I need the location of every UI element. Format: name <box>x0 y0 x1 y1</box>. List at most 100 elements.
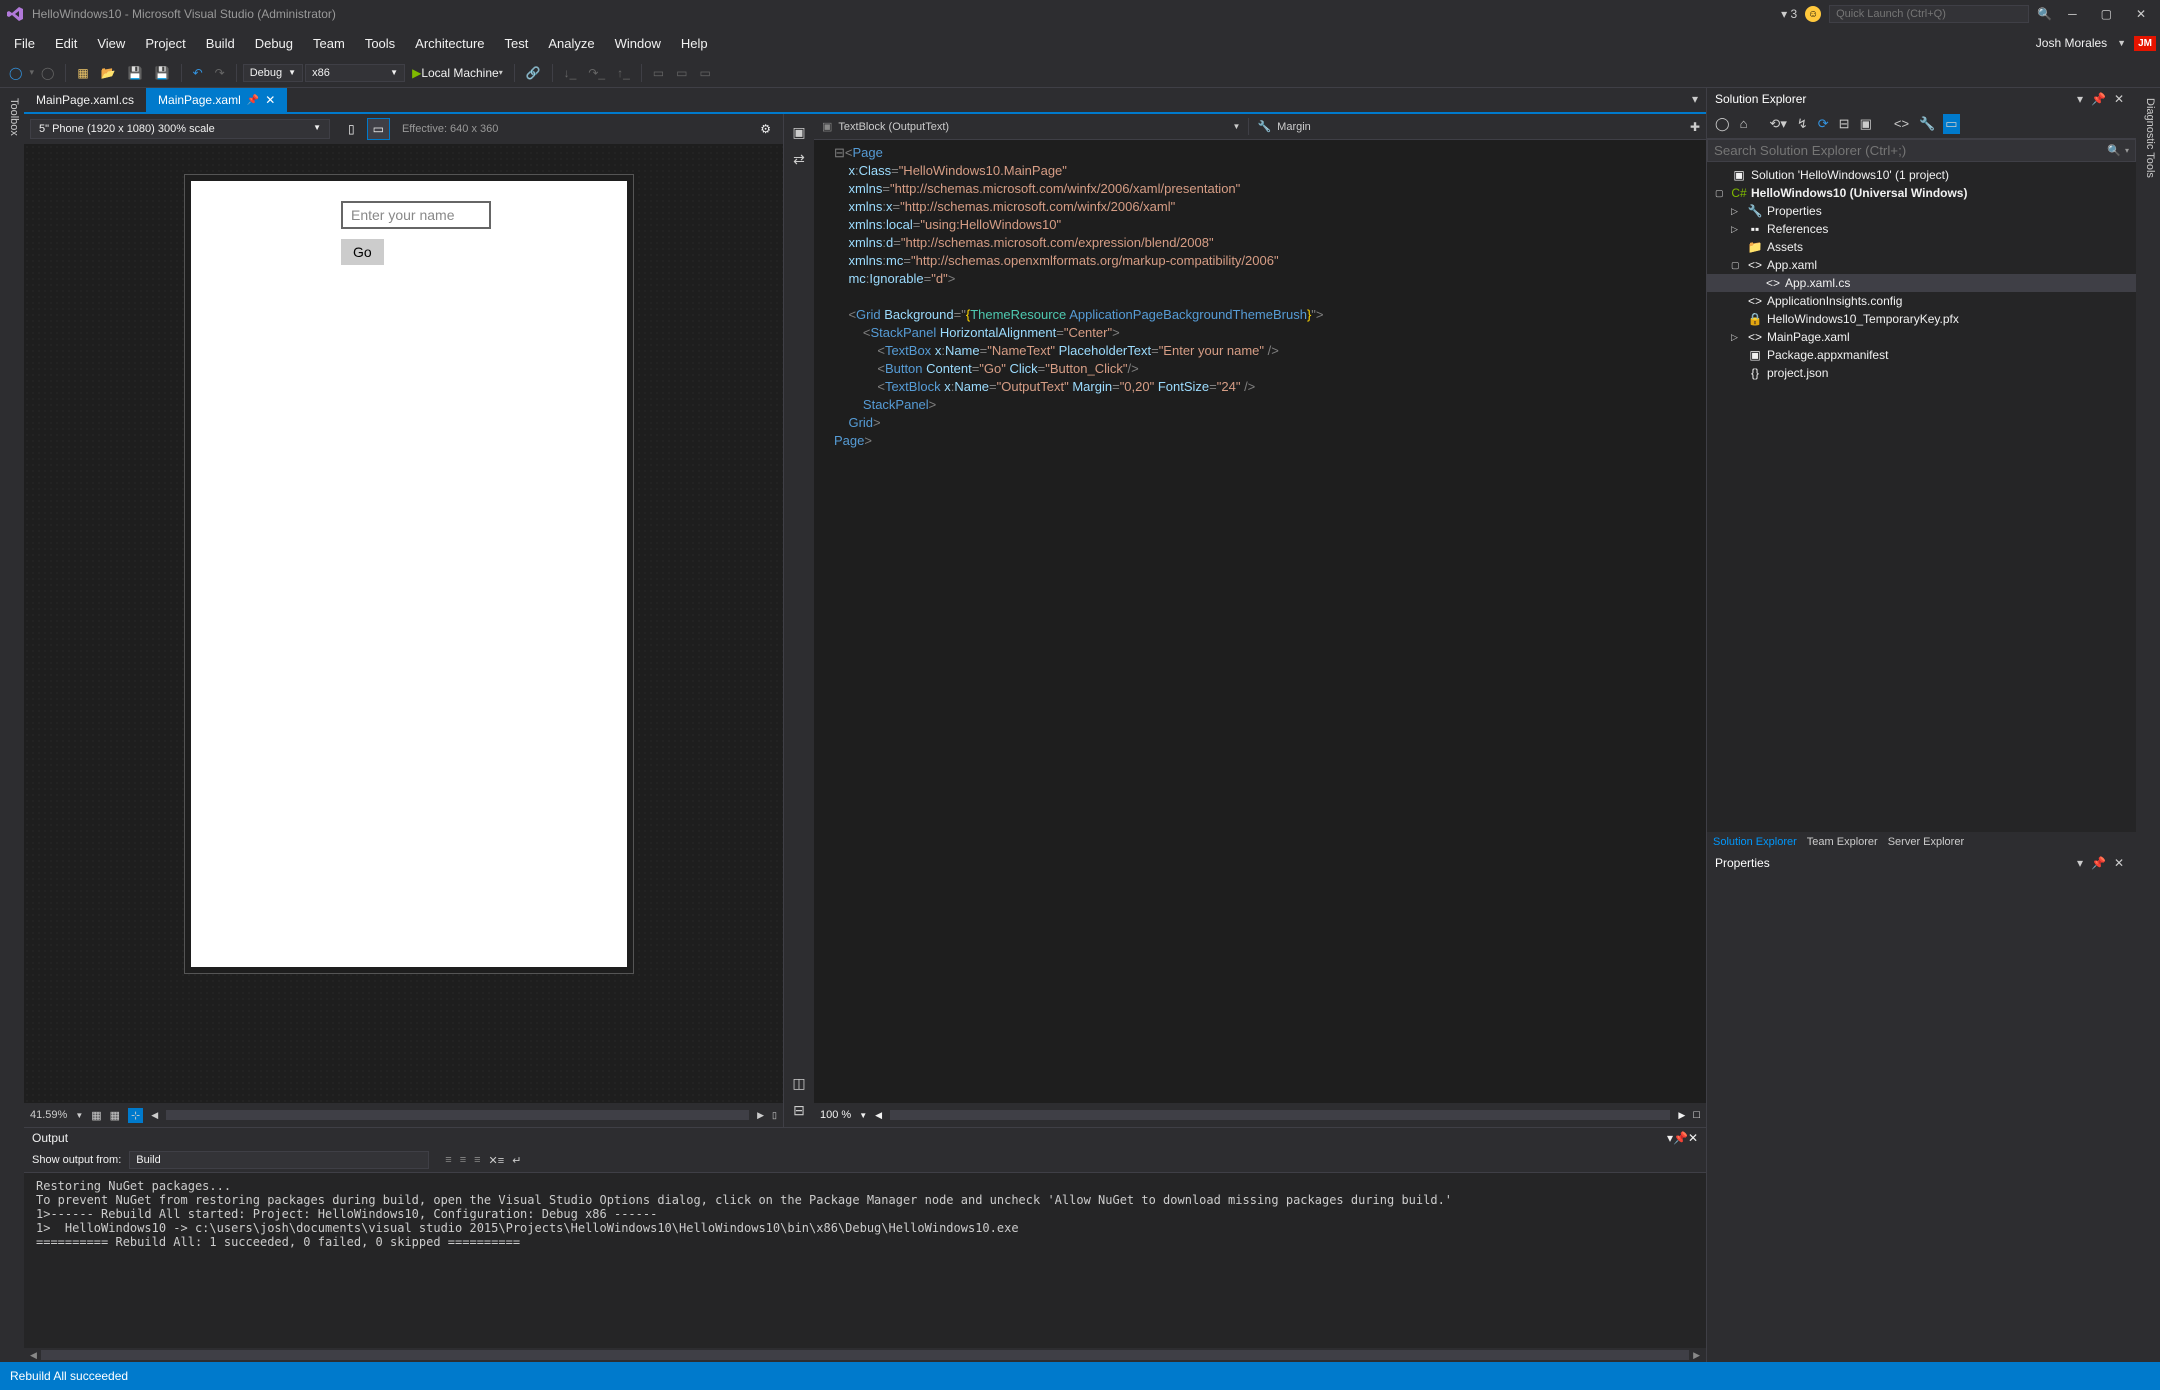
tree-node[interactable]: 🔒HelloWindows10_TemporaryKey.pfx <box>1707 310 2136 328</box>
toolbar-misc2[interactable]: ▭ <box>671 63 692 83</box>
chevron-down-icon[interactable]: ▼ <box>2117 38 2126 48</box>
feedback-icon[interactable]: ☺ <box>1805 6 1821 22</box>
quick-launch-input[interactable] <box>1829 5 2029 23</box>
output-tool3[interactable]: ≡ <box>474 1154 480 1166</box>
device-combo[interactable]: 5" Phone (1920 x 1080) 300% scale▼ <box>30 119 330 139</box>
se-refresh-icon[interactable]: ⟳ <box>1816 114 1831 134</box>
doc-tab[interactable]: MainPage.xaml.cs <box>24 88 146 112</box>
save-all-button[interactable]: 💾 <box>150 63 175 83</box>
props-close-icon[interactable]: ✕ <box>2110 856 2128 870</box>
config-combo[interactable]: Debug▼ <box>243 64 303 82</box>
menu-tools[interactable]: Tools <box>355 32 405 55</box>
se-showall-icon[interactable]: ▣ <box>1858 114 1874 134</box>
user-badge[interactable]: JM <box>2134 36 2156 51</box>
se-pin-icon[interactable]: 📌 <box>2087 92 2110 106</box>
save-button[interactable]: 💾 <box>123 63 148 83</box>
menu-file[interactable]: File <box>4 32 45 55</box>
se-tree[interactable]: ▣Solution 'HelloWindows10' (1 project)▢C… <box>1707 162 2136 832</box>
menu-window[interactable]: Window <box>605 32 671 55</box>
se-collapse-icon[interactable]: ⊟ <box>1837 114 1852 134</box>
se-wrench-icon[interactable]: 🔧 <box>1917 114 1937 134</box>
add-icon[interactable]: ✚ <box>1684 120 1706 134</box>
toolbar-misc3[interactable]: ▭ <box>694 63 715 83</box>
element-combo[interactable]: ▣TextBlock (OutputText)▼ <box>814 118 1249 135</box>
close-icon[interactable]: ✕ <box>265 93 275 107</box>
grid-icon[interactable]: ▦ <box>91 1109 101 1122</box>
props-dropdown-icon[interactable]: ▾ <box>2073 856 2087 870</box>
grid2-icon[interactable]: ▦ <box>110 1109 120 1122</box>
step-out-button[interactable]: ↑_ <box>612 63 635 83</box>
menu-debug[interactable]: Debug <box>245 32 303 55</box>
tree-node[interactable]: ▢<>App.xaml <box>1707 256 2136 274</box>
se-preview-icon[interactable]: ▭ <box>1943 114 1959 134</box>
nav-back-button[interactable]: ◯ <box>4 63 27 83</box>
nav-forward-button[interactable]: ◯ <box>36 63 59 83</box>
collapse-icon[interactable]: □ <box>1693 1109 1700 1121</box>
panel-tab[interactable]: Server Explorer <box>1888 836 1964 848</box>
start-debug-button[interactable]: ▶ Local Machine ▾ <box>407 63 508 83</box>
se-search[interactable]: 🔍 ▾ <box>1707 139 2136 162</box>
code-scrollbar[interactable] <box>890 1110 1670 1120</box>
tree-node[interactable]: ▷<>MainPage.xaml <box>1707 328 2136 346</box>
panel-tab[interactable]: Solution Explorer <box>1713 836 1797 848</box>
menu-help[interactable]: Help <box>671 32 718 55</box>
minimize-button[interactable]: ─ <box>2060 7 2085 21</box>
output-text[interactable]: Restoring NuGet packages... To prevent N… <box>24 1173 1706 1348</box>
user-name[interactable]: Josh Morales <box>2030 36 2113 50</box>
new-project-button[interactable]: ▦ <box>72 63 93 83</box>
browser-link-button[interactable]: 🔗 <box>521 63 546 83</box>
left-tab-document-outline[interactable]: Document Outline <box>0 88 3 1362</box>
menu-team[interactable]: Team <box>303 32 355 55</box>
toolbar-misc1[interactable]: ▭ <box>648 63 669 83</box>
se-pending-icon[interactable]: ↯ <box>1795 114 1810 134</box>
tree-node[interactable]: ▷🔧Properties <box>1707 202 2136 220</box>
menu-view[interactable]: View <box>87 32 135 55</box>
platform-combo[interactable]: x86▼ <box>305 64 405 82</box>
doc-tab[interactable]: MainPage.xaml📌✕ <box>146 88 287 112</box>
code-zoom[interactable]: 100 % <box>820 1109 851 1121</box>
output-wrap-icon[interactable]: ↵ <box>512 1154 521 1167</box>
menu-architecture[interactable]: Architecture <box>405 32 494 55</box>
pin-icon[interactable]: 📌 <box>247 95 259 106</box>
property-combo[interactable]: 🔧Margin <box>1249 118 1683 135</box>
code-body[interactable]: ⊟<Page x:Class="HelloWindows10.MainPage"… <box>814 140 1706 1103</box>
design-surface[interactable]: Enter your name Go <box>24 144 783 1103</box>
designer-zoom[interactable]: 41.59% <box>30 1109 67 1121</box>
menu-analyze[interactable]: Analyze <box>538 32 604 55</box>
tree-node[interactable]: ▣Package.appxmanifest <box>1707 346 2136 364</box>
step-over-button[interactable]: ↷_ <box>583 63 610 83</box>
maximize-button[interactable]: ▢ <box>2093 7 2120 21</box>
landscape-button[interactable]: ▭ <box>367 118 390 140</box>
settings-icon[interactable]: ⚙ <box>754 118 777 140</box>
left-tab-toolbox[interactable]: Toolbox <box>3 88 24 1362</box>
tree-node[interactable]: ▷▪▪References <box>1707 220 2136 238</box>
tree-node[interactable]: {}project.json <box>1707 364 2136 382</box>
horizontal-split-icon[interactable]: ⊟ <box>793 1102 805 1119</box>
search-icon[interactable]: 🔍 <box>2037 7 2052 21</box>
output-clear-icon[interactable]: ✕≡ <box>489 1154 505 1167</box>
props-pin-icon[interactable]: 📌 <box>2087 856 2110 870</box>
right-tab-diagnostic-tools[interactable]: Diagnostic Tools <box>2140 88 2160 1362</box>
menu-build[interactable]: Build <box>196 32 245 55</box>
designer-scrollbar[interactable] <box>166 1110 749 1120</box>
tree-node[interactable]: <>App.xaml.cs <box>1707 274 2136 292</box>
se-properties-icon[interactable]: <> <box>1892 114 1911 134</box>
snap-icon[interactable]: ⊹ <box>128 1108 143 1123</box>
tree-node[interactable]: ▢C#HelloWindows10 (Universal Windows) <box>1707 184 2136 202</box>
se-back-icon[interactable]: ◯ <box>1713 114 1732 134</box>
open-file-button[interactable]: 📂 <box>96 63 121 83</box>
panel-tab[interactable]: Team Explorer <box>1807 836 1878 848</box>
tree-node[interactable]: ▣Solution 'HelloWindows10' (1 project) <box>1707 166 2136 184</box>
output-pin-icon[interactable]: 📌 <box>1673 1131 1688 1145</box>
step-button[interactable]: ↓_ <box>559 63 582 83</box>
output-close-icon[interactable]: ✕ <box>1688 1131 1698 1145</box>
vertical-split-icon[interactable]: ◫ <box>792 1075 805 1092</box>
swap-panes-icon[interactable]: ⇄ <box>793 151 805 168</box>
output-tool1[interactable]: ≡ <box>445 1154 451 1166</box>
tab-dropdown-icon[interactable]: ▾ <box>1684 88 1706 112</box>
redo-button[interactable]: ↷ <box>210 63 230 83</box>
close-button[interactable]: ✕ <box>2128 7 2154 21</box>
se-search-input[interactable] <box>1714 143 2107 158</box>
menu-test[interactable]: Test <box>495 32 539 55</box>
se-home-icon[interactable]: ⌂ <box>1738 114 1750 134</box>
